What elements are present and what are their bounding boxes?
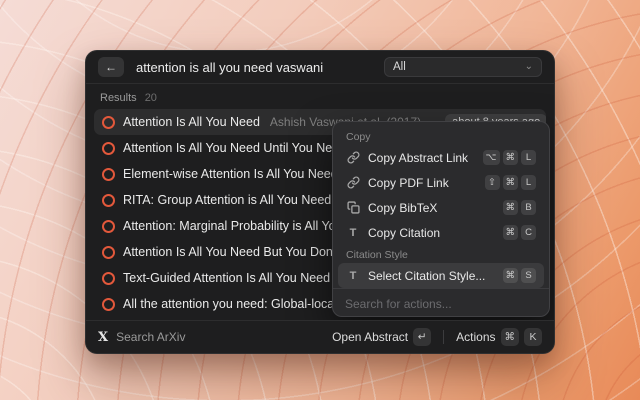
- arxiv-result-icon: [102, 168, 115, 181]
- link-icon: [346, 151, 360, 164]
- text-icon: T: [346, 227, 360, 239]
- shortcut-keys: ⌥ ⌘ L: [483, 150, 536, 165]
- shortcut-keys: ⌘ B: [503, 200, 537, 215]
- footer-divider: [443, 330, 444, 344]
- menu-item-select-citation-style[interactable]: T Select Citation Style... ⌘ S: [338, 263, 544, 288]
- shortcut-keys: ⇧ ⌘ L: [485, 175, 537, 190]
- menu-section-citation-style: Citation Style: [338, 245, 544, 263]
- back-icon: ←: [105, 60, 117, 74]
- l-key-icon: L: [521, 150, 536, 165]
- c-key-icon: C: [521, 225, 536, 240]
- menu-item-label: Select Citation Style...: [368, 269, 495, 283]
- enter-key-icon: ↵: [413, 328, 431, 346]
- cmd-key-icon: ⌘: [503, 150, 519, 165]
- menu-item-label: Copy BibTeX: [368, 201, 495, 215]
- arxiv-result-icon: [102, 272, 115, 285]
- results-count: 20: [145, 92, 157, 104]
- cmd-key-icon: ⌘: [501, 328, 520, 346]
- link-icon: [346, 176, 360, 189]
- shortcut-keys: ⌘ C: [503, 225, 537, 240]
- result-title: Element-wise Attention Is All You Need: [123, 167, 338, 181]
- menu-item-copy-citation[interactable]: T Copy Citation ⌘ C: [338, 220, 544, 245]
- text-icon: T: [346, 270, 360, 282]
- search-bar: ← All ⌄: [86, 51, 554, 84]
- search-input[interactable]: [134, 59, 374, 76]
- menu-item-label: Copy Abstract Link: [368, 151, 475, 165]
- results-header: Results 20: [86, 84, 554, 107]
- menu-item-copy-bibtex[interactable]: Copy BibTeX ⌘ B: [338, 195, 544, 220]
- arxiv-result-icon: [102, 116, 115, 129]
- cmd-key-icon: ⌘: [503, 225, 519, 240]
- copy-icon: [346, 201, 360, 214]
- category-dropdown[interactable]: All ⌄: [384, 57, 542, 77]
- shift-key-icon: ⇧: [485, 175, 500, 190]
- actions-label: Actions: [456, 330, 495, 344]
- actions-search-input[interactable]: [343, 296, 539, 312]
- arxiv-result-icon: [102, 220, 115, 233]
- s-key-icon: S: [521, 268, 536, 283]
- open-abstract-action[interactable]: Open Abstract ↵: [332, 328, 431, 346]
- k-key-icon: K: [524, 328, 542, 346]
- arxiv-result-icon: [102, 246, 115, 259]
- menu-item-label: Copy PDF Link: [368, 176, 477, 190]
- results-label: Results: [100, 92, 137, 104]
- actions-menu: Copy Copy Abstract Link ⌥ ⌘ L Copy PDF L…: [332, 121, 550, 317]
- arxiv-result-icon: [102, 142, 115, 155]
- result-title: Attention Is All You Need: [123, 115, 260, 129]
- option-key-icon: ⌥: [483, 150, 500, 165]
- arxiv-result-icon: [102, 298, 115, 311]
- dropdown-value: All: [393, 61, 406, 73]
- l-key-icon: L: [521, 175, 536, 190]
- cmd-key-icon: ⌘: [503, 200, 519, 215]
- actions-button[interactable]: Actions ⌘ K: [456, 328, 542, 346]
- actions-search: [333, 288, 549, 319]
- menu-item-copy-pdf-link[interactable]: Copy PDF Link ⇧ ⌘ L: [338, 170, 544, 195]
- extension-name: Search ArXiv: [116, 330, 185, 344]
- footer-bar: X Search ArXiv Open Abstract ↵ Actions ⌘…: [86, 320, 554, 353]
- cmd-key-icon: ⌘: [503, 268, 519, 283]
- back-button[interactable]: ←: [98, 57, 124, 77]
- menu-item-label: Copy Citation: [368, 226, 495, 240]
- menu-item-copy-abstract-link[interactable]: Copy Abstract Link ⌥ ⌘ L: [338, 145, 544, 170]
- arxiv-icon: X: [98, 330, 108, 345]
- b-key-icon: B: [521, 200, 536, 215]
- arxiv-result-icon: [102, 194, 115, 207]
- chevron-down-icon: ⌄: [525, 62, 533, 72]
- shortcut-keys: ⌘ S: [503, 268, 537, 283]
- raycast-window: ← All ⌄ Results 20 Attention Is All You …: [85, 50, 555, 354]
- open-abstract-label: Open Abstract: [332, 330, 408, 344]
- menu-section-copy: Copy: [338, 127, 544, 145]
- cmd-key-icon: ⌘: [503, 175, 519, 190]
